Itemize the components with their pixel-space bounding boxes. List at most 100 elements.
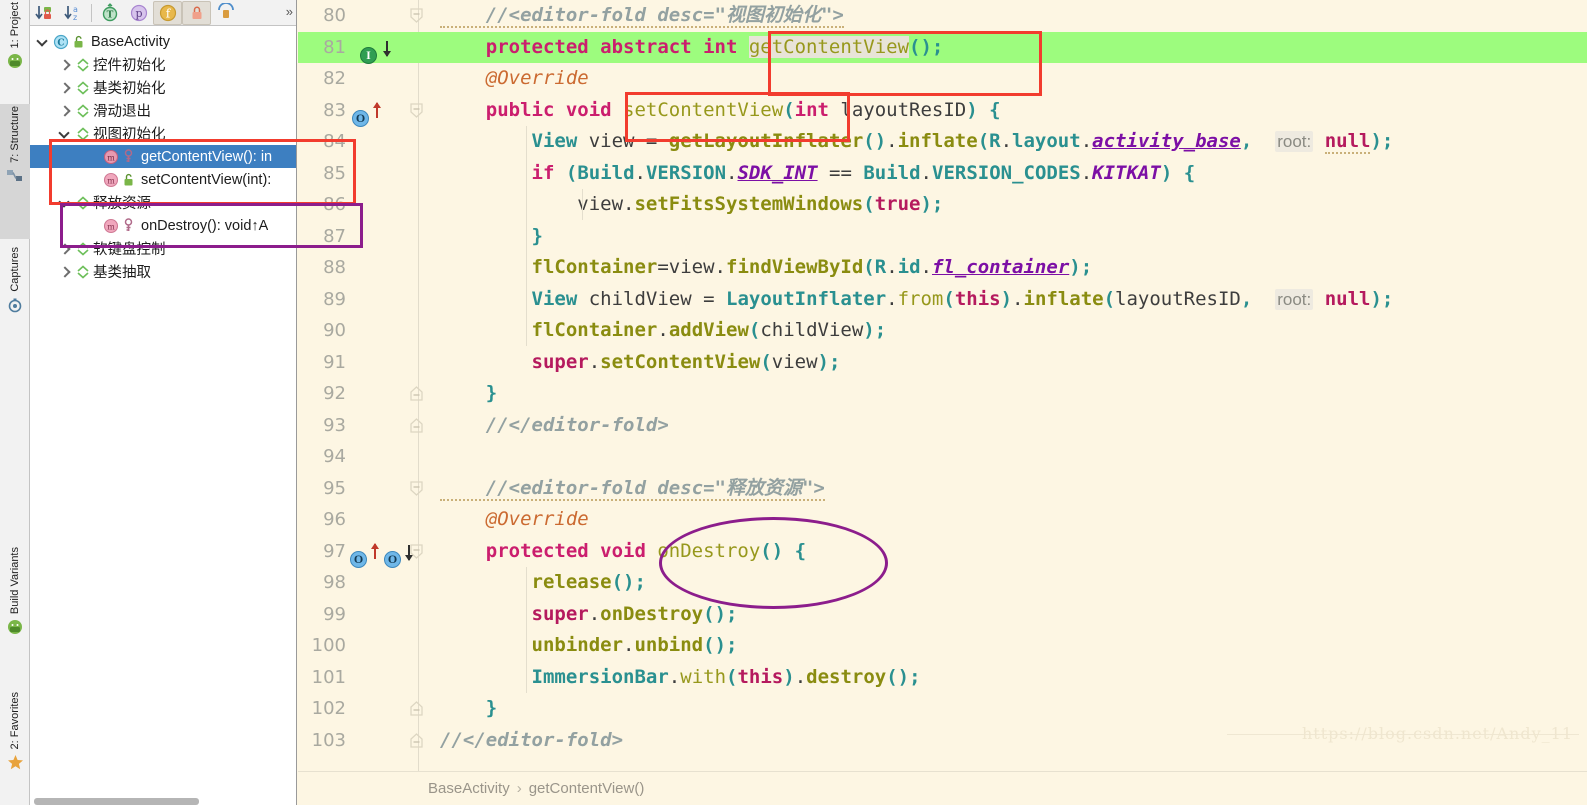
tree-item-region-7[interactable]: 基类抽取 bbox=[30, 260, 296, 283]
line-number: 90 bbox=[323, 320, 346, 341]
fold-marker[interactable] bbox=[410, 410, 440, 442]
fold-marker[interactable] bbox=[410, 725, 440, 757]
code-line-86: 86 view.setFitsSystemWindows(true); bbox=[298, 189, 1587, 221]
method-icon: m bbox=[102, 217, 120, 235]
show-properties-button[interactable]: p bbox=[124, 1, 153, 25]
code-line-90: 90 flContainer.addView(childView); bbox=[298, 315, 1587, 347]
tree-item-ondestroy[interactable]: m onDestroy(): void ↑A bbox=[30, 214, 296, 237]
tree-item-baseactivity[interactable]: C BaseActivity bbox=[30, 30, 296, 53]
chevron-right-icon[interactable] bbox=[58, 242, 72, 256]
tree-item-region-4[interactable]: 视图初始化 bbox=[30, 122, 296, 145]
sort-by-visibility-button[interactable] bbox=[30, 1, 59, 25]
code-line-81: 81 I protected abstract int getContentVi… bbox=[298, 31, 1587, 64]
code-line-89: 89 View childView = LayoutInflater.from(… bbox=[298, 284, 1587, 316]
code-editor[interactable]: 80 //<editor-fold desc="视图初始化"> 81 I pro… bbox=[298, 0, 1587, 805]
code-text: flContainer=view.findViewById(R.id.fl_co… bbox=[531, 256, 1093, 278]
code-line-100: 100 unbinder.unbind(); bbox=[298, 630, 1587, 662]
code-line-83: 83 O public void setContentView(int layo… bbox=[298, 95, 1587, 127]
show-fields-button[interactable]: f bbox=[153, 0, 182, 25]
line-number: 84 bbox=[323, 131, 346, 152]
tool-tab-captures[interactable]: Captures bbox=[0, 245, 30, 363]
toolbar-separator bbox=[91, 3, 92, 22]
code-text: view.setFitsSystemWindows(true); bbox=[440, 193, 944, 215]
line-number: 92 bbox=[323, 383, 346, 404]
tool-tab-build-variants[interactable]: Build Variants bbox=[0, 545, 30, 685]
horizontal-scrollbar[interactable] bbox=[34, 798, 199, 805]
tree-item-setcontentview[interactable]: m setContentView(int): bbox=[30, 168, 296, 191]
region-icon bbox=[74, 240, 92, 258]
line-number: 95 bbox=[323, 477, 346, 499]
svg-text:C: C bbox=[57, 38, 64, 48]
chevron-down-icon[interactable] bbox=[36, 35, 50, 49]
implemented-method-icon[interactable]: I bbox=[360, 46, 377, 64]
show-non-public-button[interactable] bbox=[182, 0, 211, 25]
fold-marker[interactable] bbox=[410, 693, 440, 725]
tree-item-region-1[interactable]: 控件初始化 bbox=[30, 53, 296, 76]
chevron-right-icon[interactable] bbox=[58, 58, 72, 72]
code-text: @Override bbox=[440, 508, 589, 530]
chevron-right-icon[interactable] bbox=[58, 265, 72, 279]
region-icon bbox=[74, 102, 92, 120]
tree-item-region-2[interactable]: 基类初始化 bbox=[30, 76, 296, 99]
overrides-method-icon[interactable]: O bbox=[352, 109, 369, 127]
sort-alphabetically-button[interactable]: a z bbox=[59, 1, 88, 25]
android-icon bbox=[7, 53, 23, 72]
structure-tool-window: a z T p f » C BaseActivity 控件初始化 基类初始化 滑… bbox=[30, 0, 297, 805]
overrides-method-icon[interactable]: O bbox=[350, 550, 367, 568]
tree-item-label: 控件初始化 bbox=[93, 58, 166, 74]
region-icon bbox=[74, 125, 92, 143]
gutter-markers[interactable]: O bbox=[348, 95, 416, 127]
line-number: 89 bbox=[323, 288, 346, 310]
tree-item-region-5[interactable]: 释放资源 bbox=[30, 191, 296, 214]
tree-item-label: BaseActivity bbox=[91, 33, 170, 50]
fold-marker[interactable] bbox=[410, 536, 440, 568]
chevron-down-icon[interactable] bbox=[58, 127, 72, 141]
fold-marker[interactable] bbox=[410, 0, 440, 32]
tree-item-region-3[interactable]: 滑动退出 bbox=[30, 99, 296, 122]
line-number: 80 bbox=[323, 5, 346, 26]
code-text: protected void onDestroy() { bbox=[440, 539, 807, 562]
region-icon bbox=[74, 79, 92, 97]
breadcrumb-separator-icon: › bbox=[516, 780, 522, 797]
line-number: 88 bbox=[323, 257, 346, 278]
overridden-method-icon[interactable]: O bbox=[384, 550, 401, 568]
code-line-85: 85 if (Build.VERSION.SDK_INT == Build.VE… bbox=[298, 158, 1587, 190]
code-line-87: 87 } bbox=[298, 221, 1587, 253]
tool-tab-favorites[interactable]: 2: Favorites bbox=[0, 690, 30, 805]
code-text: release(); bbox=[531, 571, 646, 593]
tool-tab-project[interactable]: 1: Project bbox=[0, 0, 30, 100]
code-line-94: 94 bbox=[298, 441, 1587, 473]
code-text: super.setContentView(view); bbox=[531, 350, 841, 373]
chevron-down-icon[interactable] bbox=[58, 196, 72, 210]
code-line-93: 93 //</editor-fold> bbox=[298, 410, 1587, 442]
breadcrumb-method[interactable]: getContentView() bbox=[529, 780, 645, 797]
gutter-markers[interactable]: O O bbox=[348, 536, 416, 568]
code-text: //<editor-fold desc="释放资源"> bbox=[440, 476, 825, 501]
gutter-markers[interactable]: I bbox=[348, 32, 416, 64]
arrow-up-icon bbox=[371, 542, 379, 559]
line-number: 103 bbox=[311, 729, 346, 751]
fold-marker[interactable] bbox=[410, 95, 440, 127]
code-text: View view = getLayoutInflater().inflate(… bbox=[531, 130, 1394, 154]
protected-icon bbox=[121, 149, 136, 165]
code-line-98: 98 release(); bbox=[298, 567, 1587, 599]
line-number: 86 bbox=[323, 194, 346, 215]
tree-item-region-6[interactable]: 软键盘控制 bbox=[30, 237, 296, 260]
code-text: if (Build.VERSION.SDK_INT == Build.VERSI… bbox=[531, 161, 1196, 184]
line-number: 85 bbox=[323, 162, 346, 184]
line-number: 101 bbox=[311, 666, 346, 688]
tool-tab-structure[interactable]: 7: Structure bbox=[0, 104, 30, 239]
tree-item-getcontentview[interactable]: m getContentView(): in bbox=[30, 145, 296, 168]
fold-marker[interactable] bbox=[410, 378, 440, 410]
toolbar-overflow-button[interactable]: » bbox=[286, 4, 293, 19]
code-line-91: 91 super.setContentView(view); bbox=[298, 347, 1587, 379]
show-inherited-button[interactable]: T bbox=[95, 1, 124, 25]
fold-marker[interactable] bbox=[410, 473, 440, 505]
show-anonymous-classes-button[interactable] bbox=[211, 1, 240, 25]
breadcrumb[interactable]: BaseActivity › getContentView() bbox=[298, 771, 1587, 805]
chevron-right-icon[interactable] bbox=[58, 104, 72, 118]
structure-icon bbox=[6, 168, 24, 187]
watermark: https://blog.csdn.net/Andy_11 bbox=[1301, 724, 1573, 743]
breadcrumb-class[interactable]: BaseActivity bbox=[428, 780, 510, 797]
chevron-right-icon[interactable] bbox=[58, 81, 72, 95]
